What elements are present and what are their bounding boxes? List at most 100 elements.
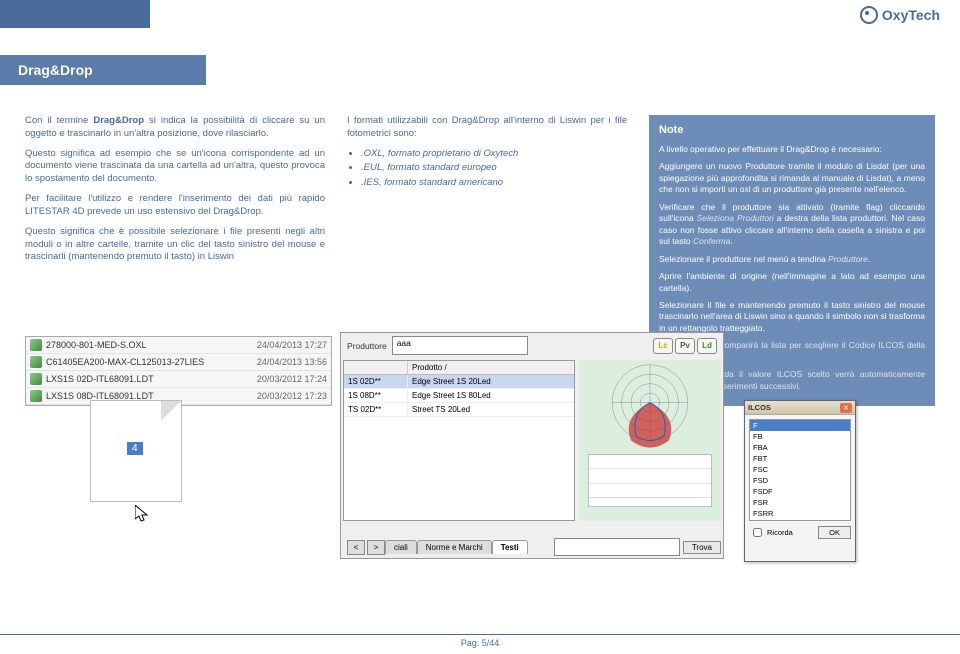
table-row[interactable]: 1S 08D** Edge Street 1S 80Led [344, 389, 574, 403]
file-date: 24/04/2013 13:56 [257, 357, 327, 367]
para-example: Questo significa ad esempio che se un'ic… [25, 148, 325, 186]
photometry-chart [579, 360, 721, 521]
cell: 1S 02D** [344, 375, 408, 388]
para-litestar: Per facilitare l'utilizzo e rendere l'in… [25, 193, 325, 219]
text: Produttore [828, 254, 868, 264]
list-item[interactable]: FBT [750, 453, 850, 464]
text: Con il termine [25, 115, 93, 126]
file-icon [30, 339, 42, 351]
tab[interactable]: Testi [492, 540, 528, 554]
cell: TS 02D** [344, 403, 408, 416]
ricorda-checkbox[interactable]: Ricorda [749, 525, 793, 540]
ok-button[interactable]: OK [818, 526, 851, 539]
tab-scroll: < > [347, 540, 385, 555]
file-row[interactable]: C61405EA200-MAX-CL125013-27LIES 24/04/20… [26, 354, 331, 371]
cell: 1S 08D** [344, 389, 408, 402]
app-toolbar: Produttore aaa Lc Pv Ld [341, 333, 723, 358]
app-footer: < > ciali Norme e Marchi Testi Trova [343, 538, 721, 556]
list-item[interactable]: F [750, 420, 850, 431]
file-date: 24/04/2013 17:27 [257, 340, 327, 350]
brand-name: OxyTech [882, 7, 940, 23]
list-item[interactable]: FD [750, 519, 850, 521]
logo-icon [860, 6, 878, 24]
dialog-footer: Ricorda OK [745, 525, 855, 540]
note-para: A livello operativo per effettuare il Dr… [659, 144, 925, 155]
drag-preview: 4 [90, 400, 182, 502]
ld-badge[interactable]: Ld [697, 338, 717, 354]
term-dragdrop: Drag&Drop [93, 115, 144, 126]
text: . [868, 254, 870, 264]
ricorda-label: Ricorda [767, 528, 793, 537]
dialog-titlebar[interactable]: ILCOS ✕ [745, 401, 855, 415]
file-row[interactable]: 278000-801-MED-S.OXL 24/04/2013 17:27 [26, 337, 331, 354]
note-para: Verificare che il produttore sia attivat… [659, 202, 925, 248]
cursor-icon [135, 505, 149, 523]
file-row[interactable]: LXS1S 02D-ITL68091.LDT 20/03/2012 17:24 [26, 371, 331, 388]
text: . [730, 236, 732, 246]
file-name: C61405EA200-MAX-CL125013-27LIES [46, 357, 257, 367]
tab-strip: ciali Norme e Marchi Testi [385, 540, 528, 554]
brand-logo: OxyTech [860, 6, 940, 24]
note-para: Aggiungere un nuovo Produttore tramite i… [659, 161, 925, 195]
list-item[interactable]: FB [750, 431, 850, 442]
list-item[interactable]: FSR [750, 497, 850, 508]
text: Conferma [693, 236, 730, 246]
file-list[interactable]: 278000-801-MED-S.OXL 24/04/2013 17:27 C6… [25, 336, 332, 406]
file-icon [30, 373, 42, 385]
cell: Edge Street 1S 80Led [408, 389, 574, 402]
format-list: .OXL, formato proprietario di Oxytech .E… [361, 148, 627, 190]
para-selection: Questo significa che è possibile selezio… [25, 226, 325, 264]
close-icon[interactable]: ✕ [840, 403, 852, 413]
col-code [344, 361, 408, 374]
note-title: Note [659, 123, 925, 138]
list-item[interactable]: FBA [750, 442, 850, 453]
note-para: Aprire l'ambiente di origine (nell'immag… [659, 271, 925, 294]
dialog-title: ILCOS [748, 403, 840, 412]
file-name: LXS1S 02D-ITL68091.LDT [46, 374, 257, 384]
format-item: .EUL, formato standard europeo [361, 162, 627, 175]
list-item[interactable]: FSD [750, 475, 850, 486]
para-formats: I formati utilizzabili con Drag&Drop all… [347, 115, 627, 141]
page-number: Pag. 5/44 [0, 634, 960, 648]
list-item[interactable]: FSDF [750, 486, 850, 497]
format-item: .OXL, formato proprietario di Oxytech [361, 148, 627, 161]
col-product: Prodotto / [408, 361, 574, 374]
file-icon [30, 390, 42, 402]
find-button[interactable]: Trova [683, 541, 721, 554]
table-row[interactable]: TS 02D** Street TS 20Led [344, 403, 574, 417]
produttore-label: Produttore [347, 341, 387, 351]
product-table[interactable]: Prodotto / 1S 02D** Edge Street 1S 20Led… [343, 360, 575, 521]
tab[interactable]: Norme e Marchi [417, 540, 492, 554]
drag-count-badge: 4 [126, 441, 144, 456]
ilcos-dialog[interactable]: ILCOS ✕ F FB FBA FBT FSC FSD FSDF FSR FS… [744, 400, 856, 562]
module-badges: Lc Pv Ld [653, 338, 717, 354]
format-item: .IES, formato standard americano [361, 177, 627, 190]
app-body: Prodotto / 1S 02D** Edge Street 1S 20Led… [341, 358, 723, 523]
ilcos-listbox[interactable]: F FB FBA FBT FSC FSD FSDF FSR FSRR FD [749, 419, 851, 521]
file-name: 278000-801-MED-S.OXL [46, 340, 257, 350]
list-item[interactable]: FSC [750, 464, 850, 475]
cell: Edge Street 1S 20Led [408, 375, 574, 388]
file-icon [30, 356, 42, 368]
ricorda-input[interactable] [753, 528, 762, 537]
cell: Street TS 20Led [408, 403, 574, 416]
file-date: 20/03/2012 17:23 [257, 391, 327, 401]
find-input[interactable] [554, 538, 680, 556]
note-para: Selezionare il produttore nel menù a ten… [659, 254, 925, 265]
table-header: Prodotto / [344, 361, 574, 375]
pv-badge[interactable]: Pv [675, 338, 695, 354]
produttore-combo[interactable]: aaa [392, 336, 528, 355]
note-para: Selezionare il file e mantenendo premuto… [659, 300, 925, 334]
find-box: Trova [554, 538, 721, 556]
tab[interactable]: ciali [385, 540, 417, 554]
lc-badge[interactable]: Lc [653, 338, 673, 354]
text: Selezionare il produttore nel menù a ten… [659, 254, 828, 264]
list-item[interactable]: FSRR [750, 508, 850, 519]
page-title: Drag&Drop [0, 55, 206, 85]
app-panel: Produttore aaa Lc Pv Ld Prodotto / 1S 02… [340, 332, 724, 559]
header-stripe [0, 0, 150, 28]
table-row[interactable]: 1S 02D** Edge Street 1S 20Led [344, 375, 574, 389]
scroll-right-button[interactable]: > [367, 540, 385, 555]
text: Seleziona Produttori [697, 213, 774, 223]
scroll-left-button[interactable]: < [347, 540, 365, 555]
